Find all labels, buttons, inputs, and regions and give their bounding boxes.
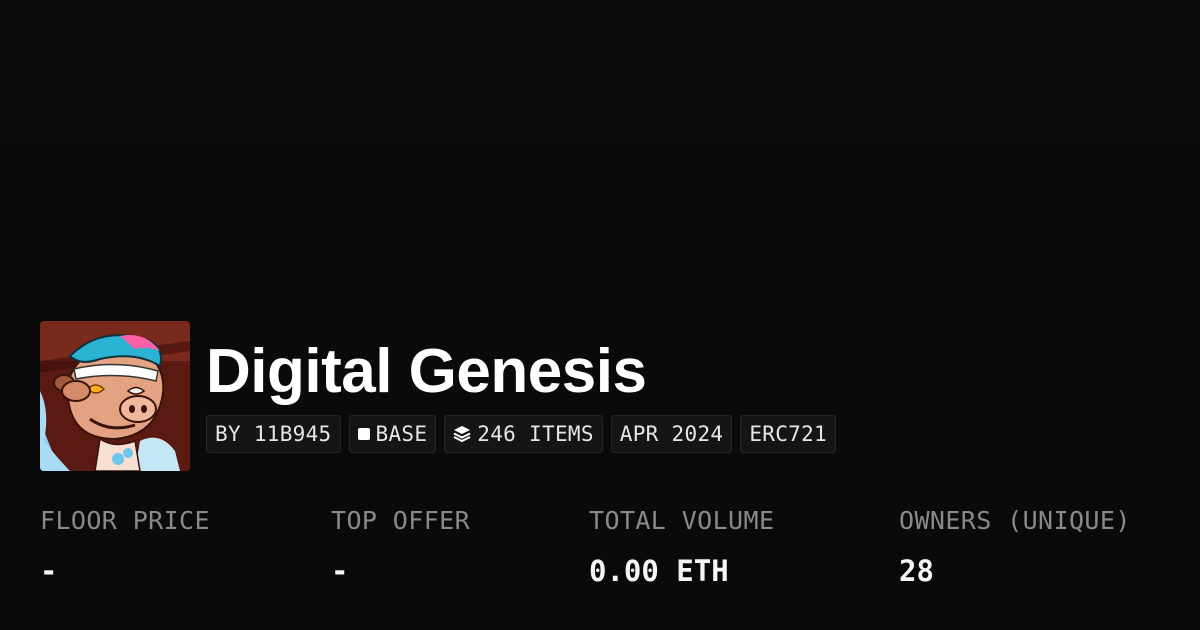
collection-avatar [40,321,190,471]
top-offer-value: - [331,554,349,588]
owners-label: OWNERS (UNIQUE) [899,506,1131,535]
date-label: APR 2024 [619,422,724,446]
floor-price-label: FLOOR PRICE [40,506,210,535]
creator-label: BY 11B945 [215,422,332,446]
total-volume-label: TOTAL VOLUME [589,506,775,535]
items-label: 246 ITEMS [477,422,594,446]
chain-label: BASE [375,422,428,446]
total-volume-stat: TOTAL VOLUME 0.00 ETH [589,502,774,590]
creator-chip[interactable]: BY 11B945 [206,415,341,453]
collection-meta-chips: BY 11B945 BASE 246 ITEMS APR 2024 ERC721 [206,415,836,453]
collection-banner [0,0,1200,300]
layers-icon [453,425,471,443]
standard-chip: ERC721 [740,415,836,453]
items-chip[interactable]: 246 ITEMS [444,415,603,453]
base-chain-icon [357,428,370,440]
total-volume-value: 0.00 ETH [589,554,729,588]
standard-label: ERC721 [749,422,827,446]
floor-price-stat: FLOOR PRICE - [40,502,210,590]
owners-stat: OWNERS (UNIQUE) 28 [899,502,1131,590]
collection-title: Digital Genesis [206,337,647,406]
owners-value: 28 [899,554,934,588]
top-offer-stat: TOP OFFER - [331,502,470,590]
chain-chip[interactable]: BASE [348,415,437,453]
pig-character-image [40,321,190,471]
top-offer-label: TOP OFFER [331,506,471,535]
date-chip: APR 2024 [610,415,733,453]
floor-price-value: - [40,554,58,588]
